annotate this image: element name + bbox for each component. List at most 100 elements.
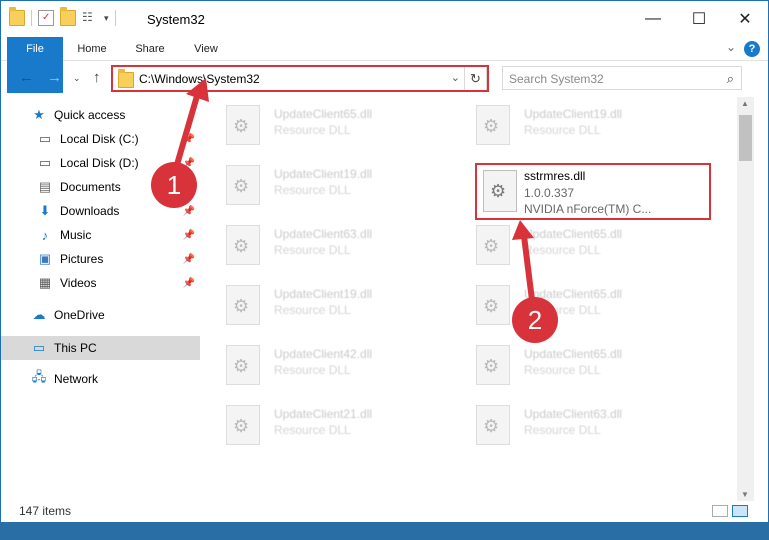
title-bar: ✓ ☷ ▾ System32 — ☐ ✕ [1, 1, 768, 37]
back-icon[interactable]: ← [19, 69, 34, 86]
scrollbar-thumb[interactable] [739, 115, 752, 161]
quick-access-toolbar: ✓ ☷ ▾ [9, 7, 116, 26]
list-item[interactable]: UpdateClient19.dll Resource DLL [216, 157, 456, 213]
dll-file-icon [483, 170, 517, 212]
list-item[interactable]: UpdateClient65.dllResource DLL [466, 217, 706, 273]
pictures-icon: ▣ [38, 251, 52, 266]
sidebar-item-local-disk-c[interactable]: ▭ Local Disk (C:) 📌 [37, 128, 237, 150]
help-icon[interactable]: ? [744, 41, 760, 57]
annotation-badge-2: 2 [512, 297, 558, 343]
music-icon: ♪ [41, 227, 49, 243]
list-item[interactable]: UpdateClient65.dll Resource DLL [466, 337, 706, 393]
file-description: NVIDIA nForce(TM) C... [524, 202, 652, 216]
drive-icon: ▭ [38, 131, 52, 146]
dll-file-icon [226, 345, 260, 385]
scroll-down-icon[interactable]: ▼ [741, 490, 749, 499]
list-item[interactable]: UpdateClient65.dllResource DLL [216, 97, 456, 153]
dll-file-icon [476, 345, 510, 385]
close-button[interactable]: ✕ [722, 1, 768, 37]
navigation-pane: ★ Quick access ▭ Local Disk (C:) 📌 ▭ Local D… [1, 97, 202, 497]
sidebar-item-label: Documents [60, 180, 121, 194]
list-item[interactable]: UpdateClient19.dll Resource DLL [466, 97, 706, 153]
sidebar-item-music[interactable]: ♪ Music 📌 [37, 224, 237, 246]
chevron-down-icon[interactable]: ▾ [104, 13, 109, 24]
pin-icon[interactable]: 📌 [183, 206, 195, 217]
list-item[interactable]: UpdateClient21.dll Resource DLL [216, 397, 456, 453]
file-version: 1.0.0.337 [524, 186, 575, 200]
search-input[interactable]: Search System32 ⌕ [502, 66, 742, 90]
search-placeholder: Search System32 [509, 72, 604, 86]
dll-file-icon [226, 405, 260, 445]
sidebar-item-label: Local Disk (D:) [60, 156, 139, 170]
new-folder-icon[interactable] [60, 7, 76, 26]
sidebar-item-local-disk-d[interactable]: ▭ Local Disk (D:) 📌 [37, 152, 237, 174]
sidebar-item-label: OneDrive [54, 308, 105, 322]
minimize-button[interactable]: — [630, 1, 676, 37]
maximize-button[interactable]: ☐ [676, 1, 722, 37]
highlighted-file-sstrmres[interactable]: sstrmres.dll 1.0.0.337 NVIDIA nForce(TM)… [475, 163, 711, 220]
sidebar-item-documents[interactable]: ▤Documents📌 [37, 176, 237, 198]
dll-file-icon [476, 285, 510, 325]
sidebar-item-onedrive[interactable]: ☁ OneDrive [31, 304, 231, 326]
details-view-icon[interactable] [712, 505, 728, 517]
forward-icon[interactable]: → [47, 69, 62, 86]
computer-icon: ▭ [32, 340, 46, 355]
sidebar-item-label: Music [60, 228, 92, 242]
toolbar-divider [114, 10, 116, 26]
pin-icon[interactable]: 📌 [183, 278, 195, 289]
file-type: Resource DLL [524, 363, 601, 377]
file-name: UpdateClient65.dll [524, 347, 623, 361]
file-list: UpdateClient65.dll Resource DLL UpdateCli… [216, 97, 736, 499]
network-icon: 🖧 [31, 369, 47, 384]
sidebar-item-network[interactable]: 🖧 Network [31, 368, 231, 390]
sidebar-item-pictures[interactable]: ▣ Pictures 📌 [37, 248, 237, 270]
list-item[interactable]: UpdateClient65.dllResource DLL [466, 277, 706, 333]
vertical-scrollbar[interactable]: ▲ ▼ [737, 97, 754, 501]
sidebar-item-label: Downloads [60, 204, 120, 218]
file-type: Resource DLL [274, 363, 351, 377]
list-item[interactable]: UpdateClient42.dll Resource DLL [216, 337, 456, 393]
sidebar-item-label: Pictures [60, 252, 104, 266]
list-item[interactable]: UpdateClient63.dll Resource DLL [216, 217, 456, 273]
sidebar-item-label: Network [54, 372, 99, 386]
dll-file-icon [226, 225, 260, 265]
sidebar-item-quick-access[interactable]: ★ Quick access [31, 104, 231, 126]
tab-home[interactable]: Home [71, 37, 113, 61]
list-item[interactable]: UpdateClient63.dll Resource DLL [466, 397, 706, 453]
annotation-badge-1: 1 [151, 162, 197, 208]
folder-icon [9, 7, 25, 26]
cloud-icon: ☁ [32, 307, 46, 322]
file-name: sstrmres.dll [524, 169, 586, 183]
sidebar-item-videos[interactable]: ▦ Videos 📌 [37, 272, 237, 294]
customize-icon[interactable]: ☷ [82, 10, 98, 26]
file-name: UpdateClient65.dll [524, 227, 623, 241]
sidebar-item-downloads[interactable]: ⬇ Downloads 📌 [37, 200, 237, 222]
pin-icon[interactable]: 📌 [183, 230, 195, 241]
tiles-view-icon[interactable] [732, 505, 748, 517]
file-name: UpdateClient19.dll [524, 107, 623, 121]
window-title: System32 [147, 12, 205, 27]
file-name: UpdateClient19.dll [274, 167, 373, 181]
up-icon[interactable]: ↑ [93, 69, 101, 86]
tab-share[interactable]: Share [129, 37, 171, 61]
expand-ribbon-icon[interactable]: ⌄ [726, 40, 736, 54]
scroll-up-icon[interactable]: ▲ [741, 99, 749, 108]
desktop-background [0, 522, 769, 540]
tab-view[interactable]: View [187, 37, 225, 61]
search-icon[interactable]: ⌕ [727, 71, 734, 87]
sidebar-item-this-pc[interactable]: ▭ This PC [1, 336, 200, 360]
file-name: UpdateClient19.dll [274, 287, 373, 301]
file-type: Resource DLL [274, 243, 351, 257]
window-controls: — ☐ ✕ [630, 1, 768, 37]
explorer-window: ✓ ☷ ▾ System32 — ☐ ✕ File Home Share Vie… [0, 0, 769, 540]
sidebar-item-label: Local Disk (C:) [60, 132, 139, 146]
file-type: Resource DLL [274, 183, 351, 197]
recent-locations-icon[interactable]: ⌄ [73, 73, 81, 84]
pin-icon[interactable]: 📌 [183, 134, 195, 145]
star-icon: ★ [33, 107, 45, 122]
dll-file-icon [476, 105, 510, 145]
properties-icon[interactable]: ✓ [38, 10, 54, 26]
pin-icon[interactable]: 📌 [183, 254, 195, 265]
list-item[interactable]: UpdateClient19.dll Resource DLL [216, 277, 456, 333]
file-name: UpdateClient42.dll [274, 347, 373, 361]
